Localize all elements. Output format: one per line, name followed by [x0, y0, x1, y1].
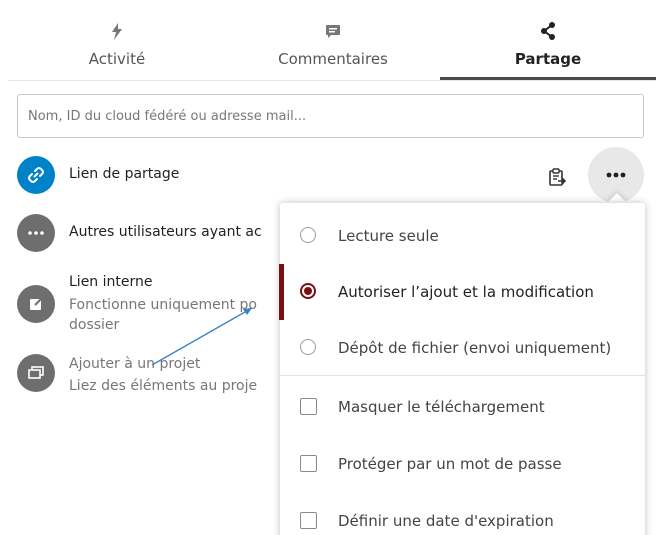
option-file-drop[interactable]: Dépôt de fichier (envoi uniquement): [280, 320, 645, 376]
read-only-label: Lecture seule: [338, 227, 439, 245]
more-icon: [606, 172, 626, 178]
password-protect-checkbox[interactable]: [300, 455, 317, 472]
external-link-icon: [17, 285, 55, 323]
tab-comments-label: Commentaires: [278, 50, 388, 68]
internal-link-description: Fonctionne uniquement po: [69, 297, 257, 313]
sidebar-tabs: Activité Commentaires Partage: [8, 0, 656, 81]
lightning-icon: [8, 22, 226, 40]
option-hide-download[interactable]: Masquer le téléchargement: [280, 379, 645, 435]
clipboard-icon: [549, 168, 567, 186]
project-icon: [17, 354, 55, 392]
more-icon: [17, 214, 55, 252]
expiration-date-label: Définir une date d'expiration: [338, 512, 554, 530]
other-users-label[interactable]: Autres utilisateurs ayant ac: [69, 224, 262, 240]
add-project-description: Liez des éléments au proje: [69, 378, 258, 394]
tab-activity[interactable]: Activité: [8, 0, 226, 80]
option-allow-upload-edit[interactable]: Autoriser l’ajout et la modification: [279, 264, 645, 320]
copy-link-button[interactable]: [543, 163, 571, 191]
selected-indicator: [279, 264, 284, 320]
expiration-date-checkbox[interactable]: [300, 512, 317, 529]
link-icon: [17, 156, 55, 194]
add-project-title[interactable]: Ajouter à un projet: [69, 354, 200, 374]
allow-upload-edit-radio[interactable]: [300, 283, 316, 299]
tab-comments[interactable]: Commentaires: [226, 0, 440, 80]
file-drop-radio[interactable]: [300, 339, 316, 355]
read-only-radio[interactable]: [300, 227, 316, 243]
option-expiration-date[interactable]: Définir une date d'expiration: [280, 493, 645, 535]
hide-download-checkbox[interactable]: [300, 398, 317, 415]
tab-activity-label: Activité: [88, 50, 146, 68]
menu-separator: [280, 375, 645, 376]
file-drop-label: Dépôt de fichier (envoi uniquement): [338, 339, 612, 357]
hide-download-label: Masquer le téléchargement: [338, 398, 545, 416]
share-with-input[interactable]: [17, 94, 644, 138]
share-icon: [440, 22, 656, 40]
popover-arrow: [607, 193, 627, 203]
tab-sharing-label: Partage: [514, 50, 582, 68]
sharing-sidebar: Activité Commentaires Partage Nom, ID du…: [0, 0, 656, 535]
comment-icon: [226, 22, 440, 40]
share-options-menu: Lecture seule Autoriser l’ajout et la mo…: [279, 203, 645, 535]
allow-upload-edit-label: Autoriser l’ajout et la modification: [338, 283, 594, 301]
internal-link-title[interactable]: Lien interne: [69, 274, 153, 290]
tab-sharing[interactable]: Partage: [440, 0, 656, 80]
option-password-protect[interactable]: Protéger par un mot de passe: [280, 436, 645, 492]
option-read-only[interactable]: Lecture seule: [280, 208, 645, 264]
share-link-label[interactable]: Lien de partage: [69, 166, 179, 182]
internal-link-description-2: dossier: [69, 317, 120, 333]
password-protect-label: Protéger par un mot de passe: [338, 455, 562, 473]
